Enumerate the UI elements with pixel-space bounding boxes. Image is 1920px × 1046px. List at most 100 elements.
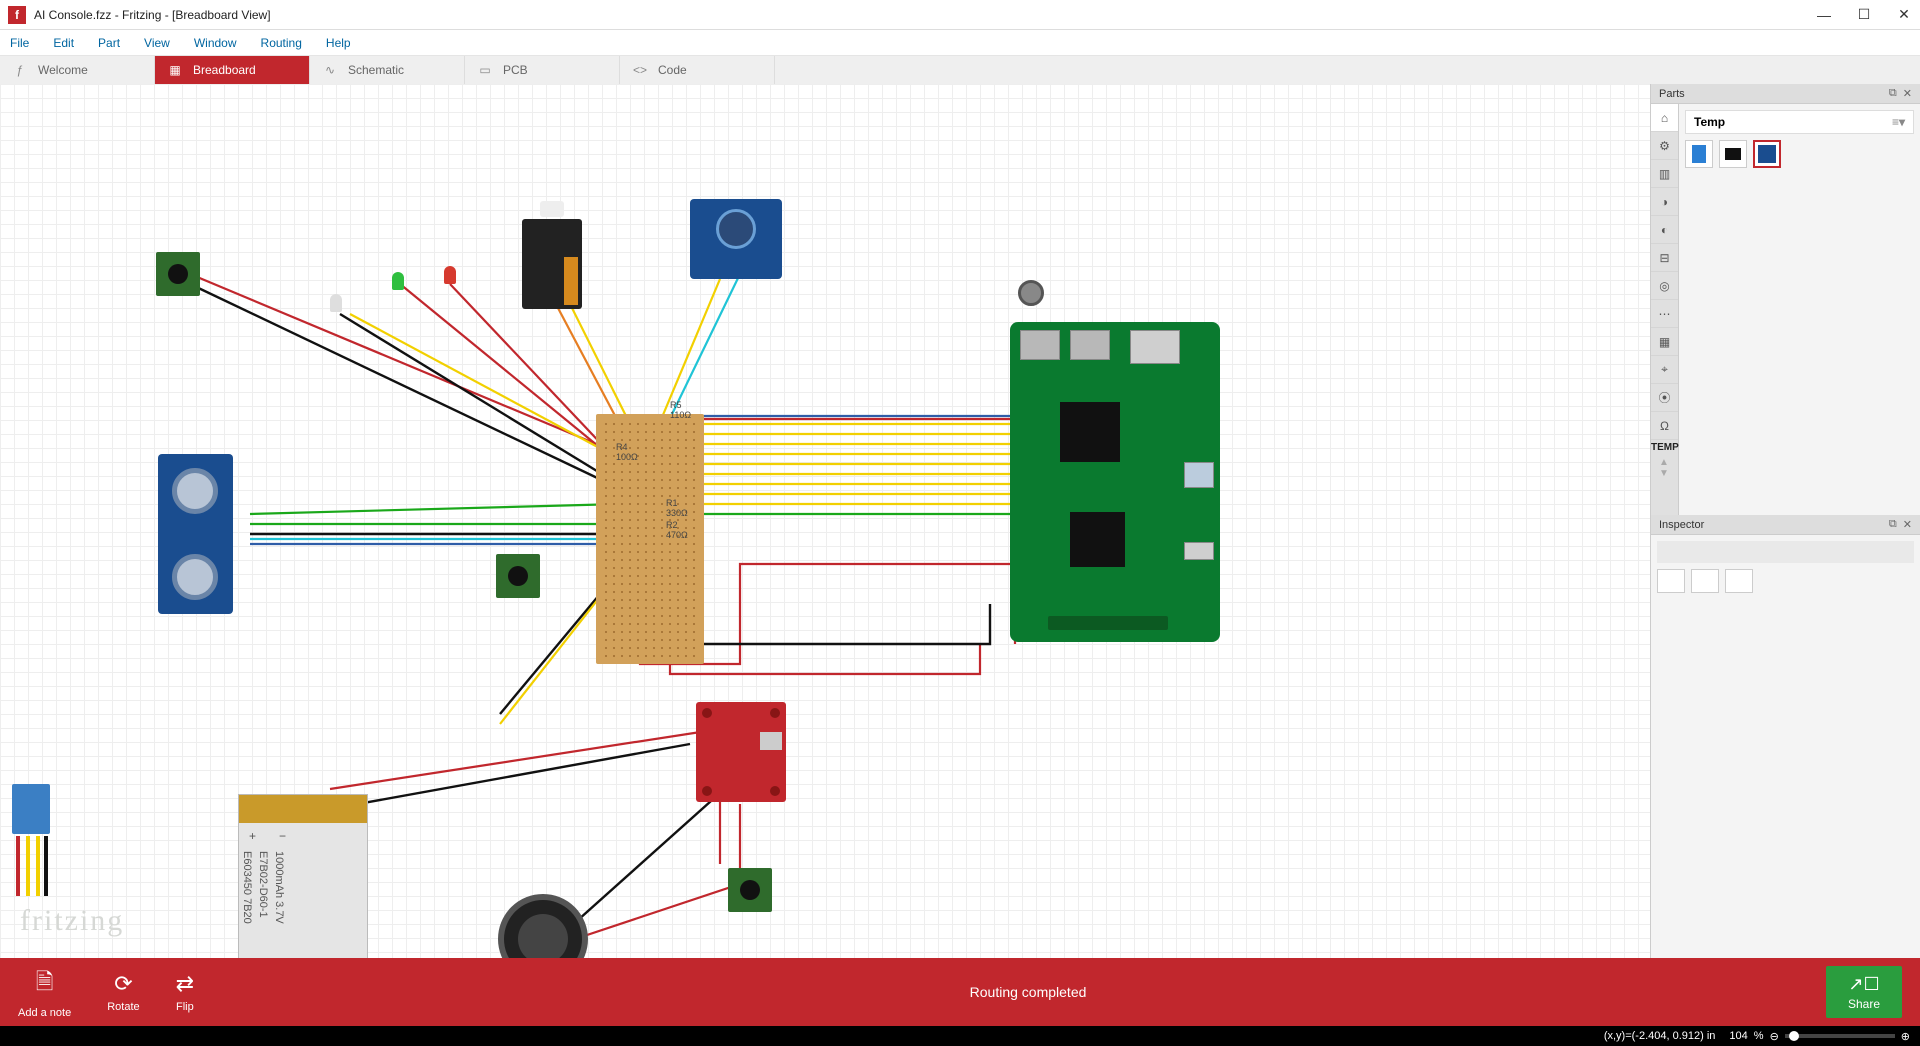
tab-code[interactable]: <> Code [620, 56, 775, 84]
maximize-button[interactable]: ☐ [1856, 7, 1872, 23]
menu-help[interactable]: Help [326, 36, 351, 50]
rotate-icon: ⟳ [114, 971, 132, 997]
zoom-value: 104 [1729, 1030, 1747, 1042]
main-area: R5 110Ω R4 100Ω R1 330Ω R2 470Ω + − E603… [0, 84, 1920, 958]
pcb-icon: ▭ [477, 63, 493, 77]
tab-label: Code [658, 63, 687, 77]
tab-pcb[interactable]: ▭ PCB [465, 56, 620, 84]
undock-inspector-icon[interactable]: ⧉ [1889, 518, 1897, 531]
tab-label: Breadboard [193, 63, 256, 77]
dht-sensor[interactable] [12, 784, 50, 834]
scroll-down-icon[interactable]: ▼ [1659, 468, 1670, 479]
cat-board[interactable]: ▦ [1651, 328, 1678, 356]
cat-gear[interactable]: ⚙ [1651, 132, 1678, 160]
tab-schematic[interactable]: ∿ Schematic [310, 56, 465, 84]
coords-readout: (x,y)=(-2.404, 0.912) in [1604, 1030, 1716, 1042]
cat-motor[interactable]: ◑ [1651, 188, 1678, 216]
breadboard-icon: ▦ [167, 63, 183, 77]
cat-core[interactable]: ⌂ [1651, 104, 1678, 132]
scroll-up-icon[interactable]: ▲ [1659, 457, 1670, 468]
right-panels: Parts ⧉ ✕ ⌂ ⚙ ▥ ◑ ◐ ⊟ ◎ ⋯ ▦ ⌖ ⦿ Ω TEMP [1650, 84, 1920, 958]
cat-wireless[interactable]: ⌖ [1651, 356, 1678, 384]
lipo-charger[interactable] [696, 702, 786, 802]
led-clear[interactable] [330, 294, 342, 312]
code-icon: <> [632, 63, 648, 77]
push-button-3[interactable] [728, 868, 772, 912]
menu-view[interactable]: View [144, 36, 170, 50]
close-inspector-icon[interactable]: ✕ [1903, 518, 1912, 531]
label-r2-val: 470Ω [666, 530, 688, 540]
note-icon: 🗎 [36, 965, 54, 1003]
label-r4: R4 [616, 442, 628, 452]
cat-sensor[interactable]: ◎ [1651, 272, 1678, 300]
routing-status: Routing completed [230, 984, 1826, 1000]
raspberry-pi[interactable] [1010, 322, 1220, 642]
label-r5-val: 110Ω [670, 410, 691, 420]
add-note-button[interactable]: 🗎 Add a note [18, 965, 71, 1019]
menu-routing[interactable]: Routing [261, 36, 302, 50]
zoom-out-icon[interactable]: ⊖ [1770, 1030, 1779, 1043]
battery-line2: E7B02-D60-1 [257, 851, 269, 918]
label-r5: R5 [670, 400, 682, 410]
undock-icon[interactable]: ⧉ [1889, 87, 1897, 100]
minimize-button[interactable]: — [1816, 7, 1832, 23]
view-tabs: ƒ Welcome ▦ Breadboard ∿ Schematic ▭ PCB… [0, 56, 1920, 84]
menu-edit[interactable]: Edit [53, 36, 74, 50]
tab-welcome[interactable]: ƒ Welcome [0, 56, 155, 84]
inspector-field[interactable] [1657, 541, 1914, 563]
close-button[interactable]: ✕ [1896, 7, 1912, 23]
inspector-swatch-3[interactable] [1725, 569, 1753, 593]
zoom-slider[interactable] [1785, 1034, 1895, 1038]
menu-file[interactable]: File [10, 36, 29, 50]
zoom-pct: % [1754, 1030, 1764, 1042]
share-button[interactable]: ↗☐ Share [1826, 966, 1902, 1018]
schematic-icon: ∿ [322, 63, 338, 77]
inspector-body [1651, 535, 1920, 958]
statusbar: (x,y)=(-2.404, 0.912) in 104% ⊖ ⊕ [0, 1026, 1920, 1046]
cat-chip[interactable]: ▥ [1651, 160, 1678, 188]
lipo-battery[interactable]: + − E603450 7B20 E7B02-D60-1 1000mAh 3.7… [238, 794, 368, 958]
rotate-label: Rotate [107, 1001, 139, 1013]
window-title: AI Console.fzz - Fritzing - [Breadboard … [34, 8, 1816, 22]
microphone[interactable] [1018, 280, 1044, 306]
flip-label: Flip [176, 1001, 194, 1013]
battery-minus: − [279, 829, 286, 843]
part-thumb-3[interactable] [1753, 140, 1781, 168]
ultrasonic-sensor[interactable] [158, 454, 233, 614]
led-red[interactable] [444, 266, 456, 284]
led-green[interactable] [392, 272, 404, 290]
battery-line1: E603450 7B20 [241, 851, 253, 924]
cat-led[interactable]: ◐ [1651, 216, 1678, 244]
servo-motor[interactable] [522, 219, 582, 309]
cat-temp-label[interactable]: TEMP [1651, 440, 1678, 455]
cat-omega[interactable]: Ω [1651, 412, 1678, 440]
inspector-swatch-1[interactable] [1657, 569, 1685, 593]
bin-menu-icon[interactable]: ≡▾ [1892, 115, 1905, 129]
label-r1-val: 330Ω [666, 508, 688, 518]
rotate-button[interactable]: ⟳ Rotate [107, 971, 139, 1013]
parts-header: Parts ⧉ ✕ [1651, 84, 1920, 104]
cat-connector[interactable]: ⊟ [1651, 244, 1678, 272]
flip-button[interactable]: ⇄ Flip [176, 971, 194, 1013]
inspector-title: Inspector [1659, 519, 1704, 531]
part-thumb-1[interactable] [1685, 140, 1713, 168]
canvas[interactable]: R5 110Ω R4 100Ω R1 330Ω R2 470Ω + − E603… [0, 84, 1650, 958]
tab-breadboard[interactable]: ▦ Breadboard [155, 56, 310, 84]
titlebar: f AI Console.fzz - Fritzing - [Breadboar… [0, 0, 1920, 30]
close-panel-icon[interactable]: ✕ [1903, 87, 1912, 100]
part-thumb-2[interactable] [1719, 140, 1747, 168]
push-button-2[interactable] [496, 554, 540, 598]
touch-sensor[interactable] [690, 199, 782, 279]
inspector-swatch-2[interactable] [1691, 569, 1719, 593]
label-r2: R2 [666, 520, 678, 530]
share-label: Share [1848, 997, 1880, 1011]
welcome-icon: ƒ [12, 63, 28, 77]
zoom-in-icon[interactable]: ⊕ [1901, 1030, 1910, 1043]
menu-part[interactable]: Part [98, 36, 120, 50]
cat-misc[interactable]: ⦿ [1651, 384, 1678, 412]
push-button-1[interactable] [156, 252, 200, 296]
menu-window[interactable]: Window [194, 36, 237, 50]
app-icon: f [8, 6, 26, 24]
parts-title: Parts [1659, 88, 1685, 100]
cat-more[interactable]: ⋯ [1651, 300, 1678, 328]
